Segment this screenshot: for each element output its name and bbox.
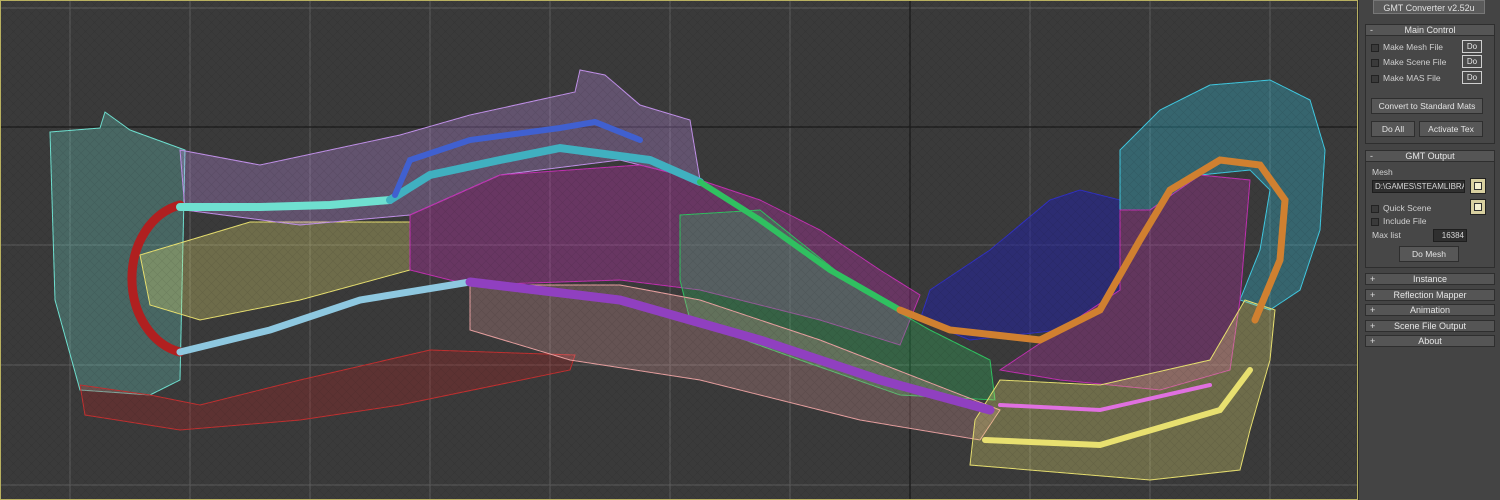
- checkbox-icon[interactable]: [1371, 58, 1379, 67]
- make-mesh-file-checkbox[interactable]: Make Mesh File: [1371, 41, 1443, 53]
- browse-include-icon[interactable]: [1470, 199, 1486, 215]
- rollout-title: About: [1418, 336, 1442, 346]
- expand-icon: +: [1370, 321, 1376, 331]
- rollout-instance[interactable]: + Instance: [1365, 273, 1495, 285]
- rollout-animation[interactable]: + Animation: [1365, 304, 1495, 316]
- make-mas-file-checkbox[interactable]: Make MAS File: [1371, 72, 1441, 84]
- checkbox-label: Make MAS File: [1383, 73, 1441, 83]
- make-scene-do-button[interactable]: Do: [1462, 55, 1482, 68]
- viewport[interactable]: [0, 0, 1358, 500]
- rollout-reflection-mapper[interactable]: + Reflection Mapper: [1365, 289, 1495, 301]
- terrain-mesh: [0, 0, 1358, 500]
- checkbox-label: Make Mesh File: [1383, 42, 1443, 52]
- make-scene-file-checkbox[interactable]: Make Scene File: [1371, 56, 1446, 68]
- rollout-scene-file-output[interactable]: + Scene File Output: [1365, 320, 1495, 332]
- do-mesh-button[interactable]: Do Mesh: [1399, 246, 1459, 262]
- rollout-title: Scene File Output: [1393, 321, 1467, 331]
- max-list-field[interactable]: 16384: [1433, 229, 1467, 242]
- mesh-label: Mesh: [1372, 167, 1393, 177]
- expand-icon: +: [1370, 290, 1376, 300]
- max-list-label: Max list: [1372, 230, 1401, 240]
- rollout-about[interactable]: + About: [1365, 335, 1495, 347]
- rollout-gmt-output[interactable]: - GMT Output: [1365, 150, 1495, 162]
- collapse-icon: -: [1370, 151, 1373, 161]
- collapse-icon: -: [1370, 25, 1373, 35]
- rollout-title: Animation: [1409, 305, 1451, 315]
- expand-icon: +: [1370, 336, 1376, 346]
- expand-icon: +: [1370, 305, 1376, 315]
- rollout-title: GMT Output: [1405, 151, 1455, 161]
- rollout-main-control[interactable]: - Main Control: [1365, 24, 1495, 36]
- browse-mesh-icon[interactable]: [1470, 178, 1486, 194]
- make-mas-do-button[interactable]: Do: [1462, 71, 1482, 84]
- quick-scene-checkbox[interactable]: Quick Scene: [1371, 202, 1431, 214]
- title-button[interactable]: GMT Converter v2.52u: [1373, 0, 1485, 14]
- include-file-checkbox[interactable]: Include File: [1371, 215, 1426, 227]
- checkbox-icon[interactable]: [1371, 204, 1379, 213]
- checkbox-icon[interactable]: [1371, 43, 1379, 52]
- do-all-button[interactable]: Do All: [1371, 121, 1415, 137]
- checkbox-label: Make Scene File: [1383, 57, 1447, 67]
- mesh-path-field[interactable]: D:\GAMES\STEAMLIBRA: [1372, 180, 1465, 193]
- rollout-title: Main Control: [1404, 25, 1456, 35]
- convert-standard-mats-button[interactable]: Convert to Standard Mats: [1371, 98, 1483, 114]
- checkbox-label: Quick Scene: [1383, 203, 1432, 213]
- expand-icon: +: [1370, 274, 1376, 284]
- rollout-title: Instance: [1412, 274, 1448, 284]
- rollout-title: Reflection Mapper: [1393, 290, 1467, 300]
- make-mesh-do-button[interactable]: Do: [1462, 40, 1482, 53]
- checkbox-icon[interactable]: [1371, 217, 1379, 226]
- track-wireframe: [0, 0, 1358, 500]
- checkbox-label: Include File: [1383, 216, 1427, 226]
- checkbox-icon[interactable]: [1371, 74, 1379, 83]
- utility-panel: GMT Converter v2.52u - Main Control Make…: [1358, 0, 1500, 500]
- activate-tex-button[interactable]: Activate Tex: [1419, 121, 1483, 137]
